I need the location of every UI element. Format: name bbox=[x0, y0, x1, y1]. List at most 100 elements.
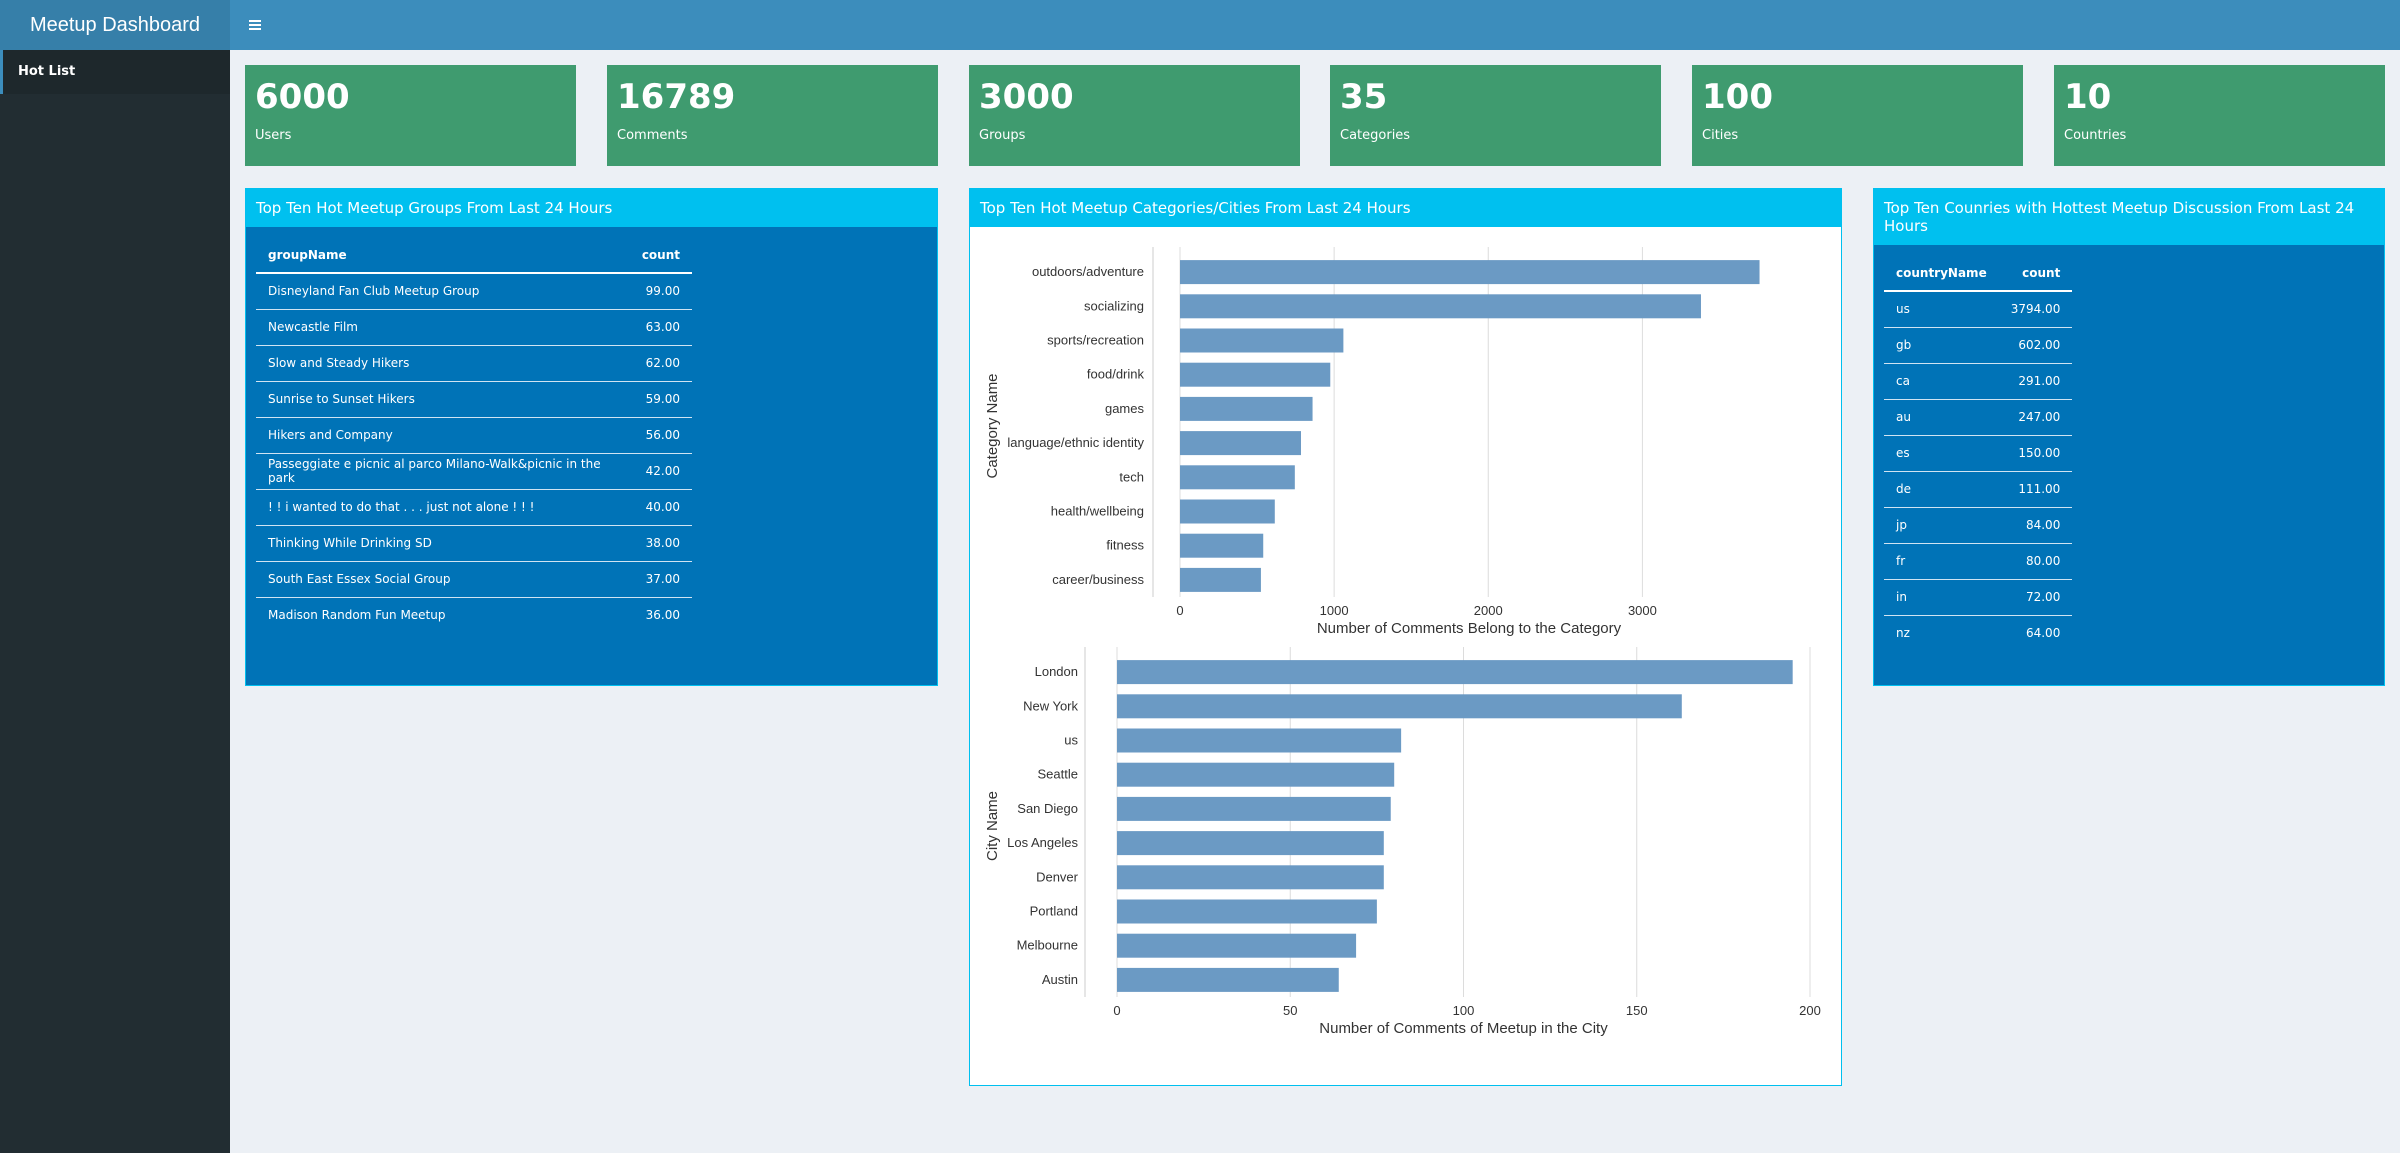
count-cell: 40.00 bbox=[629, 488, 692, 525]
value-box-label: Users bbox=[255, 128, 292, 144]
y-tick-label: Austin bbox=[1042, 972, 1078, 987]
chart-bar bbox=[1117, 660, 1793, 685]
table-row: Slow and Steady Hikers 62.00 bbox=[256, 344, 692, 381]
chart-bar bbox=[1180, 431, 1301, 456]
table-row: es 150.00 bbox=[1884, 434, 2073, 471]
sidebar-toggle-button[interactable] bbox=[230, 0, 280, 50]
country-name-cell: fr bbox=[1884, 542, 1999, 579]
count-cell: 42.00 bbox=[629, 452, 692, 489]
value-box-users: 6000 Users bbox=[245, 65, 576, 166]
count-cell: 602.00 bbox=[1998, 326, 2073, 363]
count-cell: 56.00 bbox=[629, 416, 692, 453]
count-cell: 247.00 bbox=[1998, 398, 2073, 435]
value-box-number: 35 bbox=[1340, 77, 1388, 117]
chart-bar bbox=[1180, 499, 1275, 524]
group-name-cell: Madison Random Fun Meetup bbox=[256, 596, 630, 633]
table-row: ! ! i wanted to do that . . . just not a… bbox=[256, 488, 692, 525]
table-row: gb 602.00 bbox=[1884, 326, 2073, 363]
table-row: South East Essex Social Group 37.00 bbox=[256, 560, 692, 597]
column-header[interactable]: groupName bbox=[256, 237, 630, 274]
y-tick-label: food/drink bbox=[1087, 367, 1145, 382]
y-tick-label: Seattle bbox=[1038, 767, 1078, 782]
x-tick-label: 0 bbox=[1176, 603, 1183, 618]
count-cell: 150.00 bbox=[1998, 434, 2073, 471]
table-row: Passeggiate e picnic al parco Milano-Wal… bbox=[256, 452, 692, 489]
x-tick-label: 200 bbox=[1799, 1003, 1821, 1018]
chart-bar bbox=[1180, 294, 1701, 319]
hamburger-icon bbox=[249, 20, 261, 30]
app-logo-title[interactable]: Meetup Dashboard bbox=[0, 0, 230, 50]
country-name-cell: gb bbox=[1884, 326, 1999, 363]
value-box-number: 100 bbox=[1702, 77, 1773, 117]
categories-bar-chart: 0 1000 2000 3000 outdoors/adventure socializi… bbox=[984, 247, 1760, 637]
chart-bar bbox=[1180, 362, 1331, 387]
country-name-cell: us bbox=[1884, 290, 1999, 327]
table-row: Madison Random Fun Meetup 36.00 bbox=[256, 596, 692, 633]
y-tick-label: London bbox=[1035, 664, 1078, 679]
table-row: Disneyland Fan Club Meetup Group 99.00 bbox=[256, 272, 692, 309]
hot-groups-box: Top Ten Hot Meetup Groups From Last 24 H… bbox=[245, 188, 938, 686]
country-name-cell: jp bbox=[1884, 506, 1999, 543]
count-cell: 99.00 bbox=[629, 272, 692, 309]
value-box-categories: 35 Categories bbox=[1330, 65, 1661, 166]
country-name-cell: in bbox=[1884, 578, 1999, 615]
table-row: Hikers and Company 56.00 bbox=[256, 416, 692, 453]
value-box-number: 3000 bbox=[979, 77, 1074, 117]
x-tick-label: 50 bbox=[1283, 1003, 1297, 1018]
chart-bar bbox=[1117, 899, 1377, 924]
value-box-cities: 100 Cities bbox=[1692, 65, 2023, 166]
chart-bar bbox=[1180, 533, 1264, 558]
group-name-cell: Sunrise to Sunset Hikers bbox=[256, 380, 630, 417]
group-name-cell: Slow and Steady Hikers bbox=[256, 344, 630, 381]
count-cell: 80.00 bbox=[1998, 542, 2073, 579]
column-header[interactable]: count bbox=[629, 237, 692, 274]
cities-bar-chart: 0 50 100 150 200 London New York us Seattle San D… bbox=[984, 647, 1821, 1037]
group-name-cell: Passeggiate e picnic al parco Milano-Wal… bbox=[256, 452, 630, 489]
y-tick-label: San Diego bbox=[1017, 801, 1078, 816]
chart-bar bbox=[1117, 831, 1384, 856]
chart-bar bbox=[1117, 796, 1391, 821]
y-tick-label: games bbox=[1105, 401, 1145, 416]
chart-bar bbox=[1117, 967, 1339, 992]
count-cell: 36.00 bbox=[629, 596, 692, 633]
value-box-label: Categories bbox=[1340, 128, 1411, 144]
chart-bar bbox=[1180, 260, 1760, 285]
chart-bar bbox=[1117, 694, 1682, 719]
group-name-cell: Hikers and Company bbox=[256, 416, 630, 453]
sidebar-item-hot-list[interactable]: Hot List bbox=[0, 50, 230, 94]
value-box-number: 6000 bbox=[255, 77, 350, 117]
count-cell: 59.00 bbox=[629, 380, 692, 417]
y-tick-label: sports/recreation bbox=[1047, 333, 1144, 348]
table-row: in 72.00 bbox=[1884, 578, 2073, 615]
group-name-cell: Disneyland Fan Club Meetup Group bbox=[256, 272, 630, 309]
value-box-number: 10 bbox=[2064, 77, 2112, 117]
country-name-cell: nz bbox=[1884, 614, 1999, 651]
y-tick-label: language/ethnic identity bbox=[1007, 435, 1144, 450]
table-row: Newcastle Film 63.00 bbox=[256, 308, 692, 345]
table-header-row: groupName count bbox=[256, 237, 692, 274]
chart-bar bbox=[1180, 465, 1295, 490]
y-tick-label: career/business bbox=[1052, 572, 1144, 587]
y-tick-label: Portland bbox=[1030, 904, 1078, 919]
count-cell: 63.00 bbox=[629, 308, 692, 345]
chart-bar bbox=[1117, 865, 1384, 890]
y-tick-label: fitness bbox=[1106, 538, 1144, 553]
y-tick-label: tech bbox=[1119, 469, 1144, 484]
y-axis-title: Category Name bbox=[984, 373, 1001, 478]
table-row: Sunrise to Sunset Hikers 59.00 bbox=[256, 380, 692, 417]
y-tick-label: New York bbox=[1023, 698, 1078, 713]
count-cell: 291.00 bbox=[1998, 362, 2073, 399]
column-header[interactable]: countryName bbox=[1884, 255, 1999, 292]
country-name-cell: de bbox=[1884, 470, 1999, 507]
column-header[interactable]: count bbox=[1998, 255, 2073, 292]
table-row: de 111.00 bbox=[1884, 470, 2073, 507]
x-tick-label: 100 bbox=[1453, 1003, 1475, 1018]
x-tick-label: 0 bbox=[1113, 1003, 1120, 1018]
y-tick-label: socializing bbox=[1084, 298, 1144, 313]
value-box-label: Countries bbox=[2064, 128, 2127, 144]
value-box-label: Groups bbox=[979, 128, 1026, 144]
y-tick-label: Los Angeles bbox=[1007, 835, 1078, 850]
value-box-countries: 10 Countries bbox=[2054, 65, 2385, 166]
chart-bar bbox=[1180, 567, 1261, 592]
y-tick-label: health/wellbeing bbox=[1051, 504, 1144, 519]
